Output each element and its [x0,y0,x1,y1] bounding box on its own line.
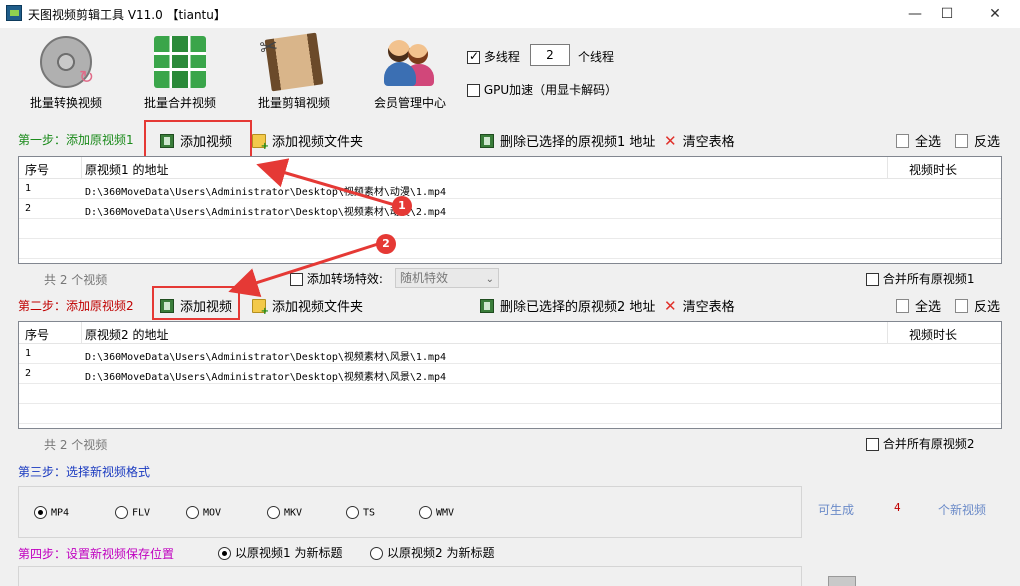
annotation-badge-1: 1 [392,196,412,216]
arrow-1 [256,158,396,207]
annotation-arrows [228,158,396,297]
annotation-badge-2: 2 [376,234,396,254]
arrow-2 [228,242,379,297]
